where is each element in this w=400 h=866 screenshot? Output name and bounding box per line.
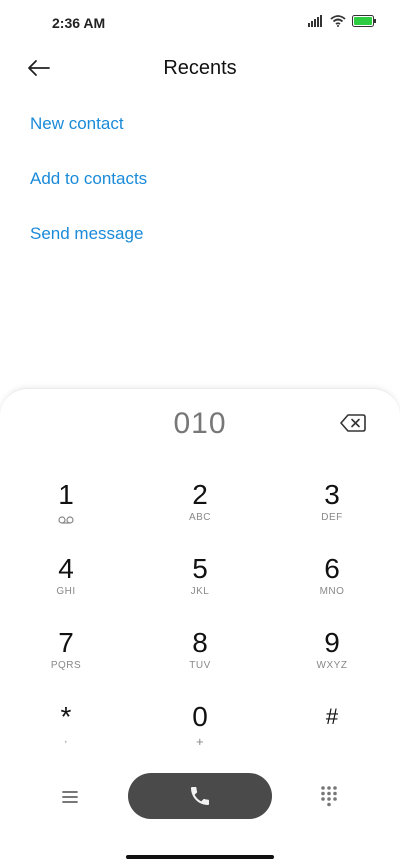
call-button[interactable]: [128, 773, 272, 819]
key-hash[interactable]: #: [272, 701, 392, 765]
send-message-link[interactable]: Send message: [30, 220, 147, 275]
key-2[interactable]: 2 ABC: [140, 479, 260, 543]
backspace-button[interactable]: [340, 413, 366, 433]
signal-icon: [308, 15, 322, 27]
voicemail-icon: [58, 516, 74, 524]
key-letters: MNO: [319, 586, 345, 597]
key-letters: PQRS: [50, 660, 82, 671]
key-digit: 2: [192, 479, 208, 510]
keypad-icon: [321, 786, 337, 807]
key-0[interactable]: 0 +: [140, 701, 260, 765]
key-digit: 5: [192, 553, 208, 584]
key-letters: +: [195, 734, 205, 749]
key-digit: 6: [324, 553, 340, 584]
key-digit: *: [60, 701, 72, 732]
header: Recents: [0, 50, 400, 86]
dialpad: 010 1 2 ABC 3 DEF 4 GHI 5 JKL 6 MNO 7 PQ…: [0, 388, 400, 866]
key-letters: ABC: [188, 512, 212, 523]
key-9[interactable]: 9 WXYZ: [272, 627, 392, 691]
key-8[interactable]: 8 TUV: [140, 627, 260, 691]
key-digit: 9: [324, 627, 340, 658]
add-to-contacts-link[interactable]: Add to contacts: [30, 165, 147, 220]
dialpad-bottom-bar: [0, 773, 400, 823]
key-letters: WXYZ: [316, 660, 348, 671]
menu-icon: [62, 791, 78, 803]
key-letters: DEF: [321, 512, 343, 523]
backspace-icon: [340, 414, 366, 432]
key-6[interactable]: 6 MNO: [272, 553, 392, 617]
status-bar: 2:36 AM: [0, 0, 400, 44]
menu-button[interactable]: [58, 785, 82, 809]
key-1[interactable]: 1: [6, 479, 126, 543]
action-list: New contact Add to contacts Send message: [30, 110, 147, 275]
status-time: 2:36 AM: [52, 15, 106, 31]
battery-icon: [352, 15, 376, 27]
key-star[interactable]: * ,: [6, 701, 126, 765]
key-letters: JKL: [190, 586, 210, 597]
key-digit: 0: [192, 701, 208, 732]
status-icons: [308, 15, 376, 27]
keypad-toggle-button[interactable]: [319, 785, 339, 807]
key-digit: 8: [192, 627, 208, 658]
key-digit: #: [325, 704, 339, 729]
key-digit: 4: [58, 553, 74, 584]
key-digit: 1: [58, 479, 74, 510]
key-3[interactable]: 3 DEF: [272, 479, 392, 543]
key-7[interactable]: 7 PQRS: [6, 627, 126, 691]
key-digit: 7: [58, 627, 74, 658]
key-letters: ,: [64, 734, 68, 745]
wifi-icon: [330, 15, 346, 27]
page-title: Recents: [163, 57, 237, 79]
phone-icon: [191, 787, 209, 805]
key-letters: GHI: [56, 586, 76, 597]
new-contact-link[interactable]: New contact: [30, 110, 147, 165]
key-5[interactable]: 5 JKL: [140, 553, 260, 617]
home-indicator[interactable]: [126, 855, 274, 859]
key-letters: TUV: [189, 660, 211, 671]
key-4[interactable]: 4 GHI: [6, 553, 126, 617]
key-digit: 3: [324, 479, 340, 510]
